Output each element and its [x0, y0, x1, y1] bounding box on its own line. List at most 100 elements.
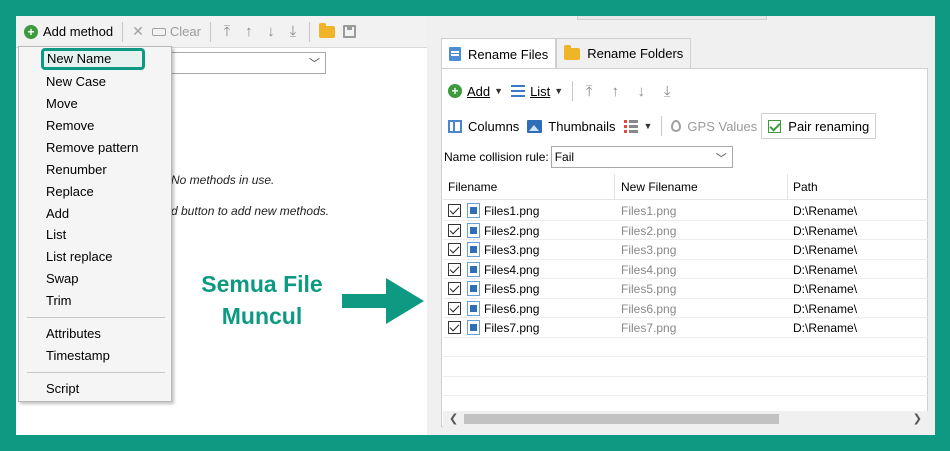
menu-item[interactable]: Swap	[46, 271, 79, 286]
move-up-icon[interactable]: ↑	[238, 23, 260, 40]
add-method-menu: New Name New Case Move Remove Remove pat…	[18, 46, 172, 402]
cell-path: D:\Rename\	[793, 282, 858, 296]
methods-toolbar: + Add method ✕ Clear ⤒ ↑ ↓ ⤓	[16, 16, 427, 48]
menu-item[interactable]: Timestamp	[46, 348, 110, 363]
files-panel: Rename Files Rename Folders + Add ▼ List…	[427, 16, 935, 435]
move-bottom-icon[interactable]: ⤓	[282, 23, 304, 40]
column-divider[interactable]	[614, 174, 615, 200]
menu-item[interactable]: Attributes	[46, 326, 101, 341]
horizontal-scrollbar[interactable]: ❮ ❯	[443, 411, 928, 427]
columns-icon	[448, 119, 462, 133]
collision-label: Name collision rule:	[444, 150, 549, 164]
move-top-icon[interactable]: ⤒	[216, 23, 238, 40]
table-row[interactable]: Files7.png Files7.png D:\Rename\	[443, 318, 928, 338]
menu-item[interactable]: List	[46, 227, 66, 242]
cell-filename: Files5.png	[484, 282, 540, 296]
menu-item[interactable]: Add	[46, 206, 69, 221]
columns-button[interactable]: Columns	[444, 114, 523, 138]
menu-item[interactable]: Trim	[46, 293, 72, 308]
menu-item[interactable]: Renumber	[46, 162, 107, 177]
row-checkbox[interactable]	[448, 262, 461, 276]
table-row[interactable]: Files4.png Files4.png D:\Rename\	[443, 260, 928, 279]
files-content: + Add ▼ List ▼ ⤒ ↑ ↓ ⤓ Columns Thumbnail…	[441, 68, 928, 427]
collision-value: Fail	[554, 150, 575, 164]
row-checkbox[interactable]	[448, 223, 461, 237]
move-down-icon[interactable]: ↓	[630, 83, 652, 100]
column-header-filename[interactable]: Filename	[448, 180, 497, 194]
list-button[interactable]: List ▼	[507, 79, 567, 103]
row-checkbox[interactable]	[448, 282, 461, 295]
menu-item[interactable]: Move	[46, 96, 78, 111]
cell-filename: Files3.png	[484, 243, 540, 257]
menu-item[interactable]: Replace	[46, 184, 94, 199]
columns-label: Columns	[468, 118, 520, 134]
image-file-icon	[467, 320, 480, 335]
menu-item-new-name[interactable]: New Name	[41, 48, 145, 70]
cell-new-filename: Files6.png	[621, 301, 677, 316]
toolbar-separator	[572, 81, 574, 101]
column-header-new-filename[interactable]: New Filename	[621, 180, 698, 194]
image-file-icon	[467, 281, 480, 296]
menu-separator	[27, 317, 165, 318]
column-divider[interactable]	[787, 174, 788, 200]
options-button[interactable]: ▼	[620, 114, 657, 138]
add-files-button[interactable]: + Add ▼	[444, 79, 507, 103]
table-row[interactable]: Files6.png Files6.png D:\Rename\	[443, 299, 928, 318]
cell-path: D:\Rename\	[793, 321, 858, 335]
map-pin-icon	[671, 120, 682, 132]
table-row[interactable]: Files3.png Files3.png D:\Rename\	[443, 240, 928, 260]
caret-down-icon: ▼	[643, 121, 653, 131]
row-checkbox[interactable]	[448, 321, 461, 334]
chevron-down-icon: ﹀	[309, 58, 320, 70]
row-checkbox[interactable]	[448, 243, 461, 256]
table-header: Filename New Filename Path	[443, 174, 928, 200]
image-icon	[527, 119, 543, 133]
add-methods-hint: d button to add new methods.	[171, 204, 330, 218]
method-combo[interactable]: ﹀	[168, 52, 326, 74]
menu-item[interactable]: Remove pattern	[46, 140, 139, 155]
scroll-right-icon[interactable]: ❯	[913, 412, 922, 425]
menu-item[interactable]: New Case	[46, 74, 106, 89]
gps-values-button[interactable]: GPS Values	[667, 114, 761, 138]
menu-item[interactable]: Remove	[46, 118, 94, 133]
tab-rename-files[interactable]: Rename Files	[441, 38, 557, 69]
cell-path: D:\Rename\	[793, 301, 858, 316]
thumbnails-button[interactable]: Thumbnails	[523, 114, 619, 138]
menu-item[interactable]: List replace	[46, 249, 112, 264]
move-down-icon[interactable]: ↓	[260, 23, 282, 40]
table-row[interactable]: Files1.png Files1.png D:\Rename\	[443, 201, 928, 221]
scroll-left-icon[interactable]: ❮	[449, 412, 458, 425]
cell-path: D:\Rename\	[793, 223, 858, 238]
row-checkbox[interactable]	[448, 204, 461, 217]
pair-renaming-toggle[interactable]: Pair renaming	[761, 113, 877, 139]
collision-select[interactable]: Fail ﹀	[550, 146, 733, 168]
cell-filename: Files4.png	[484, 262, 540, 277]
image-file-icon	[467, 222, 480, 238]
cell-new-filename: Files2.png	[621, 223, 677, 238]
list-label: List	[530, 83, 551, 99]
clear-button[interactable]: Clear	[148, 20, 205, 44]
folder-icon	[564, 44, 581, 60]
move-top-icon[interactable]: ⤒	[578, 83, 600, 100]
caret-down-icon: ▼	[554, 86, 564, 96]
pair-renaming-label: Pair renaming	[788, 118, 870, 134]
checkbox-checked-icon	[768, 119, 782, 133]
list-icon	[511, 85, 526, 97]
table-row[interactable]: Files5.png Files5.png D:\Rename\	[443, 279, 928, 299]
move-bottom-icon[interactable]: ⤓	[656, 83, 678, 100]
move-up-icon[interactable]: ↑	[604, 83, 626, 100]
tab-rename-folders[interactable]: Rename Folders	[556, 38, 692, 68]
scrollbar-thumb[interactable]	[464, 414, 779, 424]
close-icon: ✕	[132, 23, 144, 39]
menu-item[interactable]: Script	[46, 381, 79, 396]
column-header-path[interactable]: Path	[793, 180, 818, 194]
table-row[interactable]: Files2.png Files2.png D:\Rename\	[443, 221, 928, 240]
add-method-button[interactable]: + Add method	[20, 20, 117, 44]
save-icon[interactable]	[342, 25, 356, 38]
options-list-icon	[623, 119, 638, 133]
annotation-text: Semua File Muncul	[192, 268, 332, 332]
toolbar-separator	[122, 21, 124, 42]
remove-method-button[interactable]: ✕	[128, 20, 148, 44]
row-checkbox[interactable]	[448, 301, 461, 315]
open-folder-icon[interactable]	[318, 22, 335, 38]
